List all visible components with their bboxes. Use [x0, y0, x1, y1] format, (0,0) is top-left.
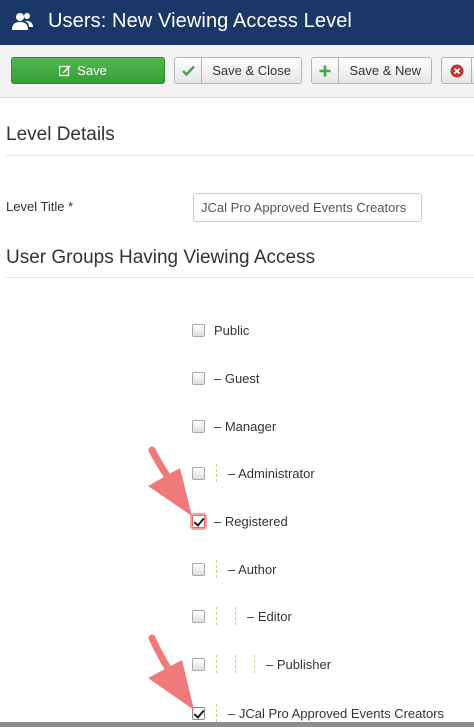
tree-indent-guide [207, 560, 226, 578]
user-group-row[interactable]: – JCal Pro Approved Events Creators [192, 704, 444, 722]
user-group-label: – Administrator [228, 465, 315, 481]
user-group-row[interactable]: – Guest [192, 369, 260, 387]
tree-indent-guide [226, 655, 245, 673]
user-group-label: – Editor [247, 608, 292, 624]
cancel-icon [442, 58, 472, 83]
save-new-label: Save & New [349, 63, 421, 78]
annotation-arrow-icon [148, 634, 194, 710]
user-group-checkbox[interactable] [192, 609, 205, 623]
level-details-heading: Level Details [6, 124, 115, 145]
tree-indent-guide [207, 704, 226, 722]
bottom-scrollbar [0, 722, 474, 727]
tree-indent-guide [207, 464, 226, 482]
user-group-label: – JCal Pro Approved Events Creators [228, 705, 445, 721]
user-group-checkbox[interactable] [192, 419, 205, 433]
edit-icon [59, 65, 71, 76]
user-group-label: – Registered [214, 513, 288, 529]
save-button[interactable]: Save [11, 57, 165, 84]
divider [6, 155, 474, 156]
user-group-checkbox[interactable] [192, 562, 205, 576]
user-group-label: Public [214, 322, 250, 338]
user-group-label: – Author [228, 561, 277, 577]
user-group-row[interactable]: – Author [192, 560, 276, 578]
divider [6, 277, 474, 278]
page-header: Users: New Viewing Access Level [0, 0, 474, 45]
level-title-label: Level Title * [6, 199, 74, 214]
save-close-button[interactable]: Save & Close [174, 57, 302, 84]
user-group-checkbox[interactable] [192, 323, 205, 337]
annotation-arrow-icon [148, 446, 192, 516]
user-group-label: – Guest [214, 370, 260, 386]
save-button-label: Save [77, 63, 107, 78]
tree-indent-guide [226, 607, 245, 625]
user-group-row[interactable]: – Publisher [192, 655, 331, 673]
save-close-label: Save & Close [212, 63, 291, 78]
user-group-row[interactable]: – Administrator [192, 464, 315, 482]
tree-indent-guide [207, 655, 226, 673]
users-icon [12, 13, 33, 30]
cancel-button[interactable] [441, 57, 474, 84]
user-group-row[interactable]: – Editor [192, 607, 292, 625]
user-group-label: – Publisher [266, 656, 332, 672]
plus-icon [312, 58, 340, 83]
toolbar: Save Save & Close Save & New [0, 45, 474, 98]
tree-indent-guide [245, 655, 264, 673]
user-groups-heading: User Groups Having Viewing Access [6, 247, 316, 268]
user-group-label: – Manager [214, 418, 277, 434]
tree-indent-guide [207, 607, 226, 625]
user-group-row[interactable]: Public [192, 321, 249, 339]
user-group-checkbox[interactable] [192, 371, 205, 385]
level-title-input[interactable] [193, 193, 422, 222]
user-group-row[interactable]: – Registered [192, 512, 288, 530]
check-icon [175, 58, 203, 83]
user-group-row[interactable]: – Manager [192, 417, 276, 435]
save-new-button[interactable]: Save & New [311, 57, 432, 84]
page-title: Users: New Viewing Access Level [48, 10, 352, 32]
